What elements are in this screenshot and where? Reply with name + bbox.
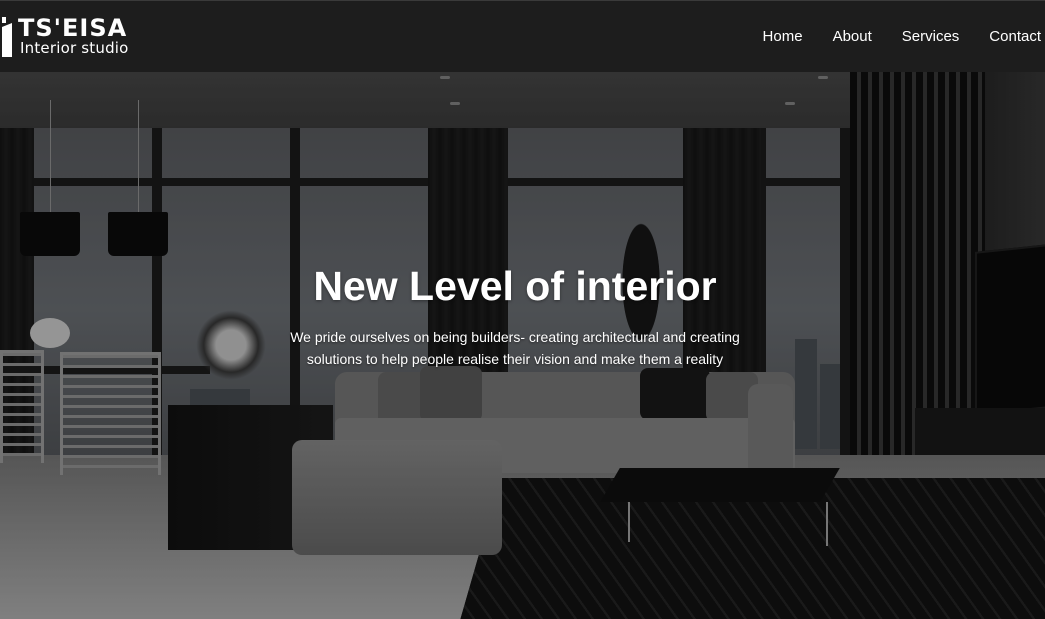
brand-tagline: Interior studio [20, 39, 129, 57]
landing-page: TS'EISA Interior studio Home About Servi… [0, 0, 1045, 619]
logo-mark-icon [2, 17, 12, 57]
nav-contact-link[interactable]: Contact [974, 27, 1041, 47]
navbar: TS'EISA Interior studio Home About Servi… [0, 0, 1045, 72]
hero-title: New Level of interior [313, 263, 717, 309]
brand-logo[interactable]: TS'EISA Interior studio [0, 15, 160, 59]
hero-content: New Level of interior We pride ourselves… [0, 258, 1030, 370]
brand-name: TS'EISA [18, 14, 128, 42]
nav-services-link[interactable]: Services [887, 27, 975, 47]
nav-home-link[interactable]: Home [748, 27, 818, 47]
main-nav: Home About Services Contact [748, 27, 1041, 47]
hero-subtitle: We pride ourselves on being builders- cr… [290, 329, 740, 367]
nav-about-link[interactable]: About [818, 27, 887, 47]
